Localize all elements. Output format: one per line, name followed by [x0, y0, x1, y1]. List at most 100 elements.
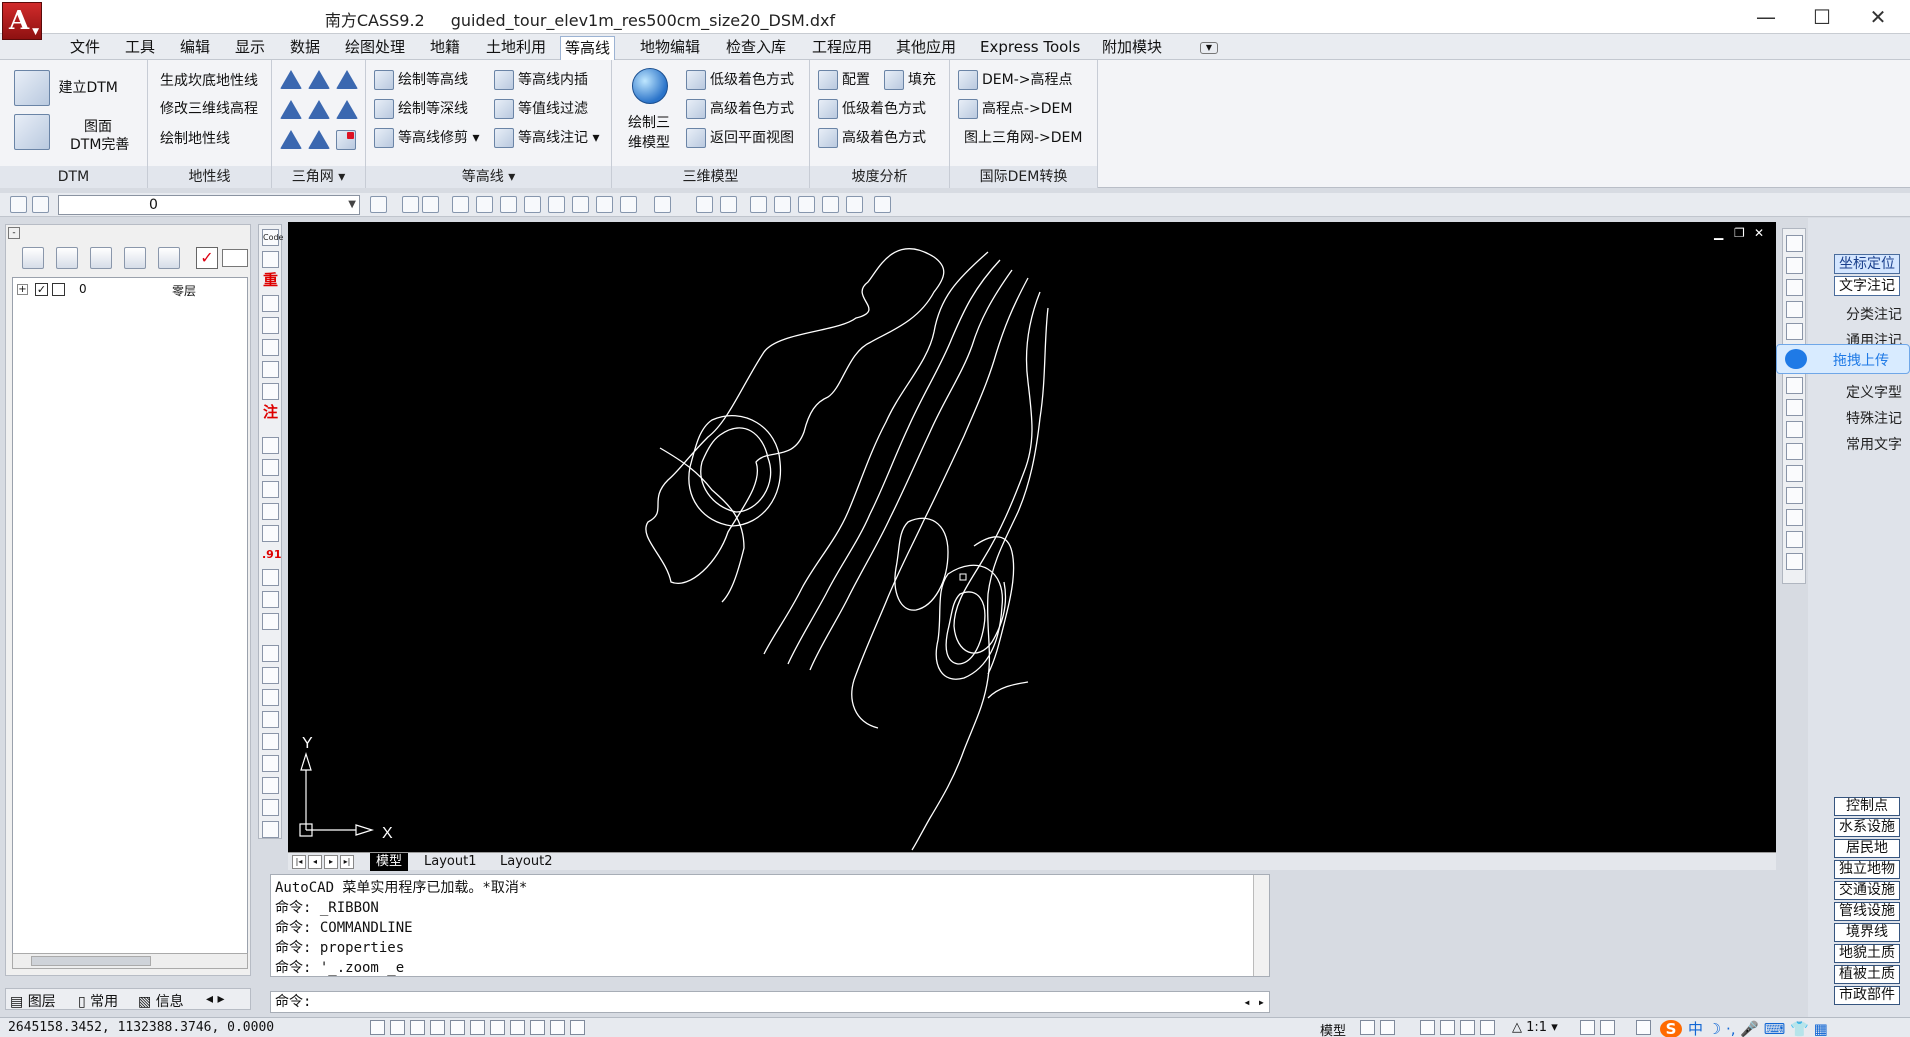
tin-remove-icon[interactable]	[280, 100, 308, 119]
ruler-icon[interactable]	[262, 339, 279, 356]
undo-icon[interactable]	[620, 196, 637, 213]
zoom-icon[interactable]	[262, 383, 279, 400]
scroll-arrows-icon[interactable]: ◂ ▸	[1243, 992, 1265, 1012]
category-annotation-item[interactable]: 分类注记	[1846, 304, 1902, 324]
ribbon-toggle-icon[interactable]: ▼	[1200, 42, 1218, 54]
grid-icon[interactable]	[262, 295, 279, 312]
model-space-label[interactable]: 模型	[1320, 1020, 1346, 1037]
polar-mode-icon[interactable]	[430, 1020, 445, 1035]
copy-icon[interactable]	[798, 196, 815, 213]
new-layer-icon[interactable]	[22, 247, 44, 269]
lineweight-mode-icon[interactable]	[530, 1020, 545, 1035]
match-layer-icon[interactable]	[370, 196, 387, 213]
pipeline-facility-button[interactable]: 管线设施	[1834, 902, 1900, 921]
menu-landuse[interactable]: 土地利用	[482, 36, 550, 58]
close-button[interactable]: ✕	[1850, 0, 1906, 34]
rotate-icon[interactable]	[1786, 377, 1803, 394]
zoom-status-icon[interactable]	[1440, 1020, 1455, 1035]
app-menu-button[interactable]: A ▼	[2, 2, 42, 40]
drawing-quickview-icon[interactable]	[1380, 1020, 1395, 1035]
special-annotation-item[interactable]: 特殊注记	[1846, 408, 1902, 428]
layer-edit-icon[interactable]	[158, 247, 180, 269]
menu-addons[interactable]: 附加模块	[1098, 36, 1166, 58]
bracket-red-icon[interactable]	[262, 711, 279, 728]
tab-info[interactable]: ▧ 信息	[138, 991, 184, 1011]
residential-button[interactable]: 居民地	[1834, 839, 1900, 858]
layer-filter-icon[interactable]	[90, 247, 112, 269]
menu-express-tools[interactable]: Express Tools	[976, 36, 1084, 58]
draw-contour-button[interactable]: 绘制等高线	[374, 69, 468, 90]
line-end-icon[interactable]	[262, 821, 279, 838]
explode-icon[interactable]	[1786, 553, 1803, 570]
tin-point-icon[interactable]	[308, 130, 336, 149]
line-icon[interactable]	[262, 481, 279, 498]
dyn-mode-icon[interactable]	[510, 1020, 525, 1035]
first-tab-icon[interactable]: |◂	[292, 855, 306, 869]
annotation-visibility-icon[interactable]	[1580, 1020, 1595, 1035]
save-icon[interactable]	[422, 196, 439, 213]
break-icon[interactable]	[1786, 487, 1803, 504]
zoom-previous-icon[interactable]	[596, 196, 613, 213]
draw-3d-model-button[interactable]	[632, 68, 672, 104]
draw-terrain-line-button[interactable]: 绘制地性线	[160, 128, 230, 148]
tin-delete-icon[interactable]	[336, 70, 364, 89]
open-icon[interactable]	[402, 196, 419, 213]
dashed-line-icon[interactable]	[262, 503, 279, 520]
tab-layout2[interactable]: Layout2	[494, 853, 558, 871]
zoom-out-icon[interactable]	[548, 196, 565, 213]
curve-icon[interactable]	[262, 613, 279, 630]
point-icon[interactable]	[262, 251, 279, 268]
grid-mode-icon[interactable]	[390, 1020, 405, 1035]
municipal-parts-button[interactable]: 市政部件	[1834, 986, 1900, 1005]
erase-icon[interactable]	[1786, 235, 1803, 252]
copy-icon[interactable]	[1786, 257, 1803, 274]
menu-feature-edit[interactable]: 地物编辑	[636, 36, 704, 58]
contour-label-button[interactable]: 等高线注记 ▾	[494, 127, 599, 148]
low-shade-button[interactable]: 低级着色方式	[686, 69, 794, 90]
extend-icon[interactable]	[846, 196, 863, 213]
maximize-button[interactable]: ☐	[1794, 0, 1850, 34]
modify-3d-elev-button[interactable]: 修改三维线高程	[160, 98, 258, 118]
layer-row[interactable]: + ✓ 0 零层	[17, 282, 245, 298]
menu-contour[interactable]: 等高线	[560, 36, 616, 60]
wave-icon[interactable]	[262, 799, 279, 816]
coord-locate-button[interactable]: 坐标定位	[1834, 254, 1900, 274]
workspace-icon[interactable]	[1636, 1020, 1651, 1035]
pan-icon[interactable]	[452, 196, 469, 213]
arrow-icon[interactable]	[262, 591, 279, 608]
slope-low-button[interactable]: 低级着色方式	[818, 98, 926, 119]
slope-high-button[interactable]: 高级着色方式	[818, 127, 926, 148]
zoom-in-icon[interactable]	[524, 196, 541, 213]
pan-status-icon[interactable]	[1420, 1020, 1435, 1035]
menu-other[interactable]: 其他应用	[892, 36, 960, 58]
gen-bank-line-button[interactable]: 生成坎底地性线	[160, 70, 258, 90]
define-font-item[interactable]: 定义字型	[1846, 382, 1902, 402]
layout-quickview-icon[interactable]	[1360, 1020, 1375, 1035]
contour-filter-button[interactable]: 等值线过滤	[494, 98, 588, 119]
dem-to-point-button[interactable]: DEM->高程点	[958, 69, 1073, 90]
code-button[interactable]: Code	[262, 229, 283, 246]
menu-cadastre[interactable]: 地籍	[426, 36, 464, 58]
point-to-dem-button[interactable]: 高程点->DEM	[958, 98, 1073, 119]
menu-engineering[interactable]: 工程应用	[808, 36, 876, 58]
redraw-button[interactable]: 重	[262, 273, 279, 290]
chamfer-icon[interactable]	[1786, 531, 1803, 548]
tin-edge-icon[interactable]	[336, 100, 364, 119]
traffic-facility-button[interactable]: 交通设施	[1834, 881, 1900, 900]
panel-title-tin[interactable]: 三角网 ▾	[272, 166, 365, 188]
vertical-scrollbar[interactable]	[1253, 875, 1269, 976]
build-dtm-button[interactable]: 建立DTM	[14, 70, 118, 106]
scroll-thumb[interactable]	[31, 956, 151, 966]
ducs-mode-icon[interactable]	[490, 1020, 505, 1035]
qp-mode-icon[interactable]	[550, 1020, 565, 1035]
menu-file[interactable]: 文件	[66, 36, 104, 58]
design-center-icon[interactable]	[720, 196, 737, 213]
menu-edit[interactable]: 编辑	[176, 36, 214, 58]
independent-feature-button[interactable]: 独立地物	[1834, 860, 1900, 879]
annotate-button[interactable]: 注	[262, 405, 279, 422]
join-icon[interactable]	[1786, 509, 1803, 526]
tin-build-icon[interactable]	[280, 70, 308, 89]
horizontal-scrollbar[interactable]	[12, 953, 248, 969]
offset-icon[interactable]	[1786, 301, 1803, 318]
slope-icon[interactable]	[262, 645, 279, 662]
